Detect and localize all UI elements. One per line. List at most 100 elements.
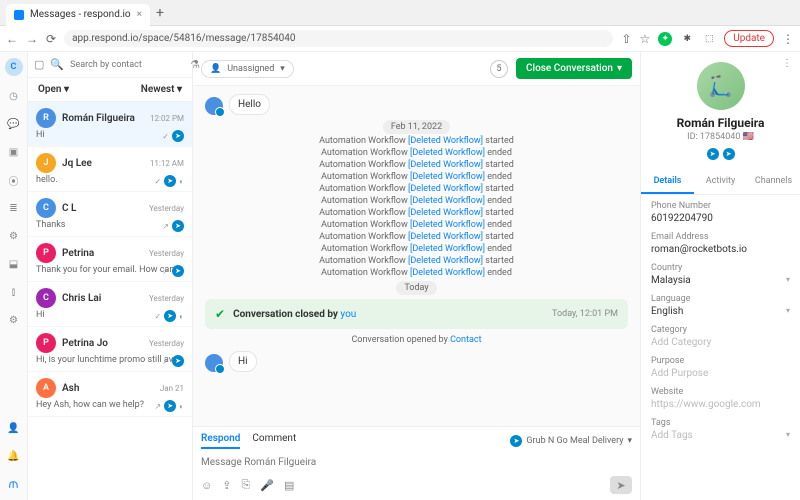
conversation-item[interactable]: PPetrinaYesterdayThank you for your emai… [28,237,192,282]
reports-icon[interactable]: ⫾ [6,284,22,300]
comment-tab[interactable]: Comment [252,433,296,449]
message-thread[interactable]: Hello Feb 11, 2022 Automation Workflow [… [193,86,640,426]
conversation-item[interactable]: CChris LaiYesterdayHi✓➤◐ [28,282,192,327]
extension-icon-3[interactable]: ⬚ [702,32,716,46]
close-conversation-button[interactable]: Close Conversation ▾ [516,58,632,79]
message-composer: Respond Comment ➤ Grub N Go Meal Deliver… [193,426,640,500]
search-icon[interactable]: 🔍 [50,58,64,71]
opened-by-link[interactable]: Contact [450,335,481,345]
telegram-icon[interactable]: ➤ [723,148,735,160]
share-icon[interactable]: ⇧ [621,32,631,46]
workflow-link[interactable]: [Deleted Workflow] [408,208,483,218]
workflow-link[interactable]: [Deleted Workflow] [410,268,485,278]
workflow-log: Automation Workflow [Deleted Workflow] e… [205,244,628,254]
read-icon: ✓ [162,132,169,141]
conversation-item[interactable]: CC LYesterdayThanks↗➤ [28,192,192,237]
language-field[interactable]: English [651,306,790,317]
assignee-dropdown[interactable]: 👤 Unassigned ▾ [201,60,294,78]
reload-icon[interactable]: ⟳ [46,32,56,46]
new-tab-button[interactable]: + [156,5,164,21]
template-icon[interactable]: ▤ [284,479,294,492]
message-input[interactable] [201,453,632,472]
settings-icon[interactable]: ⚙ [6,228,22,244]
telegram-icon: ➤ [164,175,176,187]
conversation-item[interactable]: JJq Lee11:12 AMhello.✓➤◐ [28,147,192,192]
channels-tab[interactable]: Channels [747,170,800,194]
contact-profile-panel: ⋮ 🛴 Román Filgueira ID: 17854040 🇺🇸 ➤ ➤ … [640,52,800,500]
step-indicator[interactable]: 5 [490,60,508,78]
extra-channel-icon: ◐ [179,312,184,321]
workflow-link[interactable]: [Deleted Workflow] [410,196,485,206]
back-icon[interactable]: ← [6,32,18,46]
extension-icon-2[interactable]: ✱ [680,32,694,46]
send-button[interactable]: ➤ [610,476,632,494]
workflow-link[interactable]: [Deleted Workflow] [408,184,483,194]
workflow-link[interactable]: [Deleted Workflow] [410,148,485,158]
browser-menu-icon[interactable]: ⋮ [782,32,794,46]
workflow-link[interactable]: [Deleted Workflow] [408,136,483,146]
email-field[interactable]: roman@rocketbots.io [651,244,790,255]
workflow-log: Automation Workflow [Deleted Workflow] e… [205,172,628,182]
tags-field[interactable]: Add Tags [651,430,790,441]
closed-by-link[interactable]: you [340,309,356,320]
close-tab-icon[interactable]: × [137,9,142,20]
forward-icon[interactable]: → [26,32,38,46]
profile-fields: Phone Number60192204790 Email Addressrom… [641,195,800,455]
tab-title: Messages - respond.io [30,9,131,20]
purpose-field[interactable]: Add Purpose [651,368,790,379]
emoji-icon[interactable]: ☺ [201,479,212,492]
dashboard-icon[interactable]: ◷ [6,88,22,104]
country-field[interactable]: Malaysia [651,275,790,286]
inbox-icon[interactable]: ▢ [34,58,44,71]
attachment-icon[interactable]: ⇪ [222,479,231,492]
channel-selector[interactable]: ➤ Grub N Go Meal Delivery ▾ [510,433,632,449]
gear-icon[interactable]: ⚙ [6,312,22,328]
workspace-avatar[interactable]: C [5,58,23,76]
update-button[interactable]: Update [724,30,774,47]
browser-tab[interactable]: Messages - respond.io × [6,4,150,26]
profile-menu-icon[interactable]: ⋮ [782,58,792,69]
workflows-icon[interactable]: ≣ [6,200,22,216]
url-input[interactable]: app.respond.io/space/54816/message/17854… [64,30,613,47]
date-separator: Today [205,282,628,293]
message-bubble: Hello [229,94,270,115]
website-field[interactable]: https://www.google.com [651,399,790,410]
bookmark-icon[interactable]: ☆ [639,32,650,46]
timestamp: Yesterday [149,204,184,213]
chevron-down-icon: ▾ [627,436,632,446]
workflow-log: Automation Workflow [Deleted Workflow] s… [205,160,628,170]
workflow-link[interactable]: [Deleted Workflow] [408,160,483,170]
workflow-link[interactable]: [Deleted Workflow] [408,232,483,242]
details-tab[interactable]: Details [641,170,694,194]
workflow-link[interactable]: [Deleted Workflow] [410,244,485,254]
avatar: J [36,153,56,173]
conversation-item[interactable]: RRomán Filgueira12:02 PMHi✓➤ [28,102,192,147]
contact-avatar [205,97,223,115]
contacts-icon[interactable]: ▣ [6,144,22,160]
notifications-icon[interactable]: 🔔 [6,448,22,464]
activity-tab[interactable]: Activity [694,170,747,194]
date-separator: Feb 11, 2022 [205,121,628,132]
org-icon[interactable]: ⬓ [6,256,22,272]
messages-icon[interactable]: 💬 [6,116,22,132]
telegram-icon[interactable]: ➤ [707,148,719,160]
search-input[interactable] [70,60,184,70]
sort-filter[interactable]: Newest ▾ [141,84,182,95]
workflow-link[interactable]: [Deleted Workflow] [408,256,483,266]
workflow-link[interactable]: [Deleted Workflow] [410,172,485,182]
respond-tab[interactable]: Respond [201,433,240,449]
extension-icon-1[interactable]: ✦ [658,32,672,46]
voice-icon[interactable]: 🎤 [260,479,274,492]
snippet-icon[interactable]: ⎘ [241,478,250,492]
message-incoming: Hi [205,351,628,372]
user-avatar-icon[interactable]: 👤 [6,420,22,436]
chevron-down-icon: ▾ [786,275,790,284]
open-filter[interactable]: Open ▾ [38,84,69,95]
phone-field[interactable]: 60192204790 [651,213,790,224]
conversation-item[interactable]: AAshJan 21Hey Ash, how can we help?↗➤◐ [28,372,192,417]
workflow-link[interactable]: [Deleted Workflow] [410,220,485,230]
category-field[interactable]: Add Category [651,337,790,348]
conversation-item[interactable]: PPetrina JoYesterdayHi, is your lunchtim… [28,327,192,372]
workflow-log: Automation Workflow [Deleted Workflow] s… [205,136,628,146]
broadcast-icon[interactable]: ⦿ [6,172,22,188]
